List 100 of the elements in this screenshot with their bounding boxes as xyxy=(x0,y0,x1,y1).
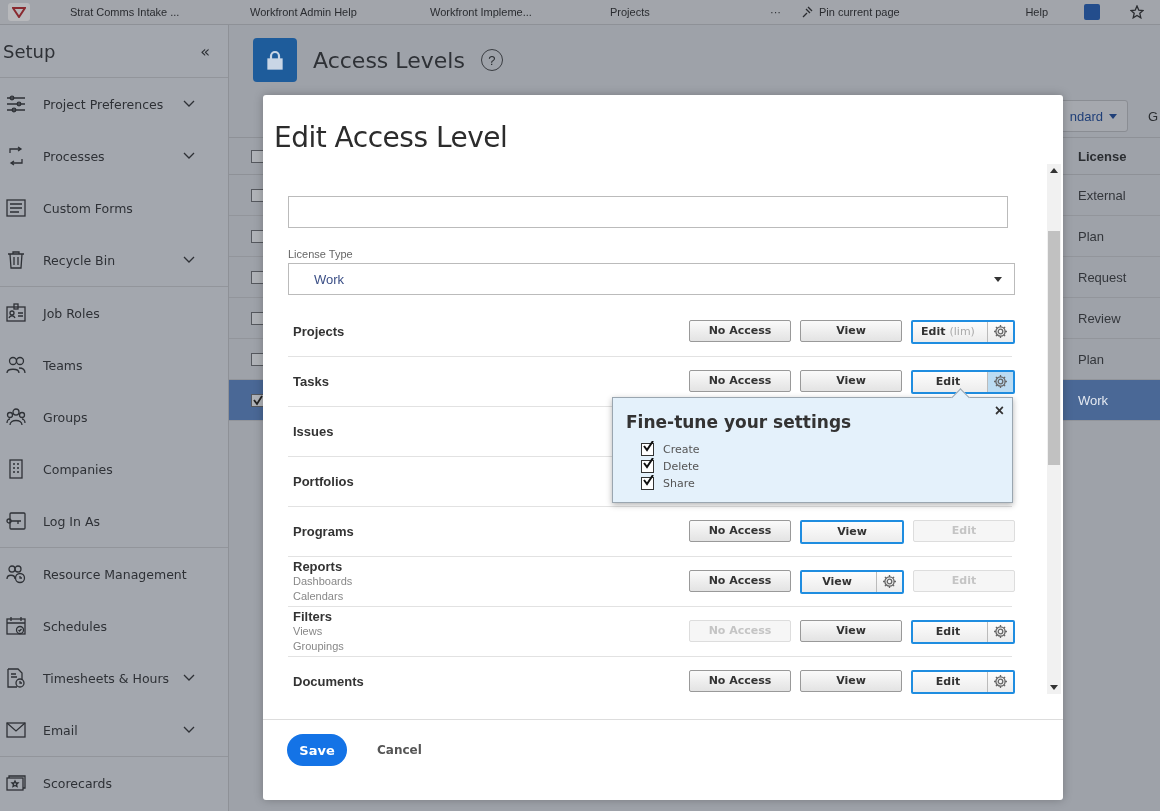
access-button[interactable]: View xyxy=(800,669,902,692)
permission-sublabel: Groupings xyxy=(293,639,344,654)
access-button[interactable]: Edit (lim) xyxy=(911,319,1015,344)
access-button[interactable]: View xyxy=(800,569,904,594)
chevron-down-icon xyxy=(183,674,195,682)
close-button[interactable]: × xyxy=(994,402,1004,420)
pin-icon xyxy=(801,6,813,18)
table-cell-text: Request xyxy=(1078,269,1128,285)
name-field[interactable] xyxy=(288,196,1008,228)
sidebar-item[interactable]: Processes xyxy=(0,130,228,182)
pin-link[interactable]: Pin current page xyxy=(801,6,900,18)
sidebar-item[interactable]: Job Roles xyxy=(0,287,228,339)
popover-title: Fine-tune your settings xyxy=(626,412,853,432)
sidebar-item[interactable]: Email xyxy=(0,704,228,756)
gear-icon[interactable] xyxy=(882,574,897,589)
caret-icon xyxy=(1109,113,1117,119)
scrollbar-thumb[interactable] xyxy=(1048,231,1060,465)
access-button[interactable]: View xyxy=(800,319,902,342)
star-card-icon xyxy=(6,773,26,793)
toolbar-button[interactable]: G xyxy=(1148,108,1160,124)
browser-tab[interactable]: Strat Comms Intake ... xyxy=(70,6,210,18)
access-button[interactable]: Edit xyxy=(911,369,1015,394)
chevron-down-icon xyxy=(183,100,195,108)
access-button[interactable]: No Access xyxy=(689,669,791,692)
sidebar-item[interactable]: Resource Management xyxy=(0,548,228,600)
access-button[interactable]: View xyxy=(800,619,902,642)
sidebar-item[interactable]: Custom Forms xyxy=(0,182,228,234)
permission-label: Projects xyxy=(293,324,345,339)
license-type-select[interactable]: Work xyxy=(288,263,1015,295)
scrollbar[interactable] xyxy=(1047,164,1061,694)
browser-tab[interactable]: Workfront Admin Help xyxy=(250,6,390,18)
permission-label: Documents xyxy=(293,674,364,689)
sidebar-item[interactable]: Scorecards xyxy=(0,757,228,809)
access-button[interactable]: No Access xyxy=(689,369,791,392)
page-title: Access Levels xyxy=(313,47,465,73)
table-cell-text: Plan xyxy=(1078,228,1106,244)
access-button[interactable]: View xyxy=(800,519,904,544)
save-button[interactable]: Save xyxy=(287,734,347,766)
trash-icon xyxy=(6,250,26,270)
settings-toggle[interactable] xyxy=(987,371,1013,392)
sidebar-title: Setup xyxy=(3,40,56,62)
envelope-icon xyxy=(6,720,26,740)
gear-icon[interactable] xyxy=(993,624,1008,639)
permission-label: Portfolios xyxy=(293,474,354,489)
sidebar-item[interactable]: Timesheets & Hours xyxy=(0,652,228,704)
permission-label: Issues xyxy=(293,424,334,439)
scroll-down-icon xyxy=(1050,685,1058,690)
id-card-icon xyxy=(6,303,26,323)
permission-sublabel: Calendars xyxy=(293,589,344,604)
sidebar-item[interactable]: Project Preferences xyxy=(0,78,228,130)
people-icon xyxy=(6,355,26,375)
collapse-button[interactable]: « xyxy=(200,41,210,61)
sidebar-item[interactable]: Teams xyxy=(0,339,228,391)
gear-icon[interactable] xyxy=(993,324,1008,339)
column-header: License xyxy=(1078,148,1128,164)
sidebar-item[interactable]: Groups xyxy=(0,391,228,443)
document-clock-icon xyxy=(6,668,26,688)
gear-icon[interactable] xyxy=(993,674,1008,689)
table-cell-text: Review xyxy=(1078,310,1122,326)
permission-label: Tasks xyxy=(293,374,329,389)
key-icon xyxy=(6,511,26,531)
permission-sublabel: Dashboards xyxy=(293,574,353,589)
modal-title: Edit Access Level xyxy=(273,120,509,156)
building-icon xyxy=(6,459,26,479)
permission-sublabel: Views xyxy=(293,624,323,639)
gear-icon[interactable] xyxy=(993,374,1008,389)
sidebar-item[interactable]: Companies xyxy=(0,443,228,495)
sidebar-item[interactable]: Log In As xyxy=(0,495,228,547)
access-button[interactable]: No Access xyxy=(689,569,791,592)
cancel-button[interactable]: Cancel xyxy=(371,742,428,758)
access-button[interactable]: No Access xyxy=(689,319,791,342)
browser-tab[interactable]: Workfront Impleme... xyxy=(430,6,570,18)
more-button[interactable]: ··· xyxy=(770,6,781,18)
chevron-down-icon xyxy=(183,256,195,264)
access-button[interactable]: View xyxy=(800,369,902,392)
permission-label: Programs xyxy=(293,524,354,539)
loop-icon xyxy=(6,146,26,166)
table-cell-text: Plan xyxy=(1078,351,1106,367)
sidebar-item[interactable]: Schedules xyxy=(0,600,228,652)
checkbox[interactable] xyxy=(641,460,654,473)
lock-tile-icon xyxy=(253,38,297,82)
browser-tab[interactable]: Projects xyxy=(610,6,750,18)
group-icon xyxy=(6,407,26,427)
option-label: Create xyxy=(663,443,700,456)
access-button[interactable]: Edit xyxy=(911,619,1015,644)
caret-icon xyxy=(994,276,1002,282)
form-icon xyxy=(6,198,26,218)
access-button[interactable]: No Access xyxy=(689,519,791,542)
calendar-icon xyxy=(6,616,26,636)
sidebar-item[interactable]: Recycle Bin xyxy=(0,234,228,286)
option-label: Delete xyxy=(663,460,700,473)
option-label: Share xyxy=(663,477,695,490)
field-label: License Type xyxy=(288,248,354,260)
table-cell-text: Work xyxy=(1078,392,1110,408)
checkbox[interactable] xyxy=(641,477,654,490)
help-link[interactable]: Help xyxy=(1025,6,1048,18)
star-icon[interactable] xyxy=(1130,5,1144,19)
people-clock-icon xyxy=(6,564,26,584)
checkbox[interactable] xyxy=(641,443,654,456)
access-button[interactable]: Edit xyxy=(911,669,1015,694)
